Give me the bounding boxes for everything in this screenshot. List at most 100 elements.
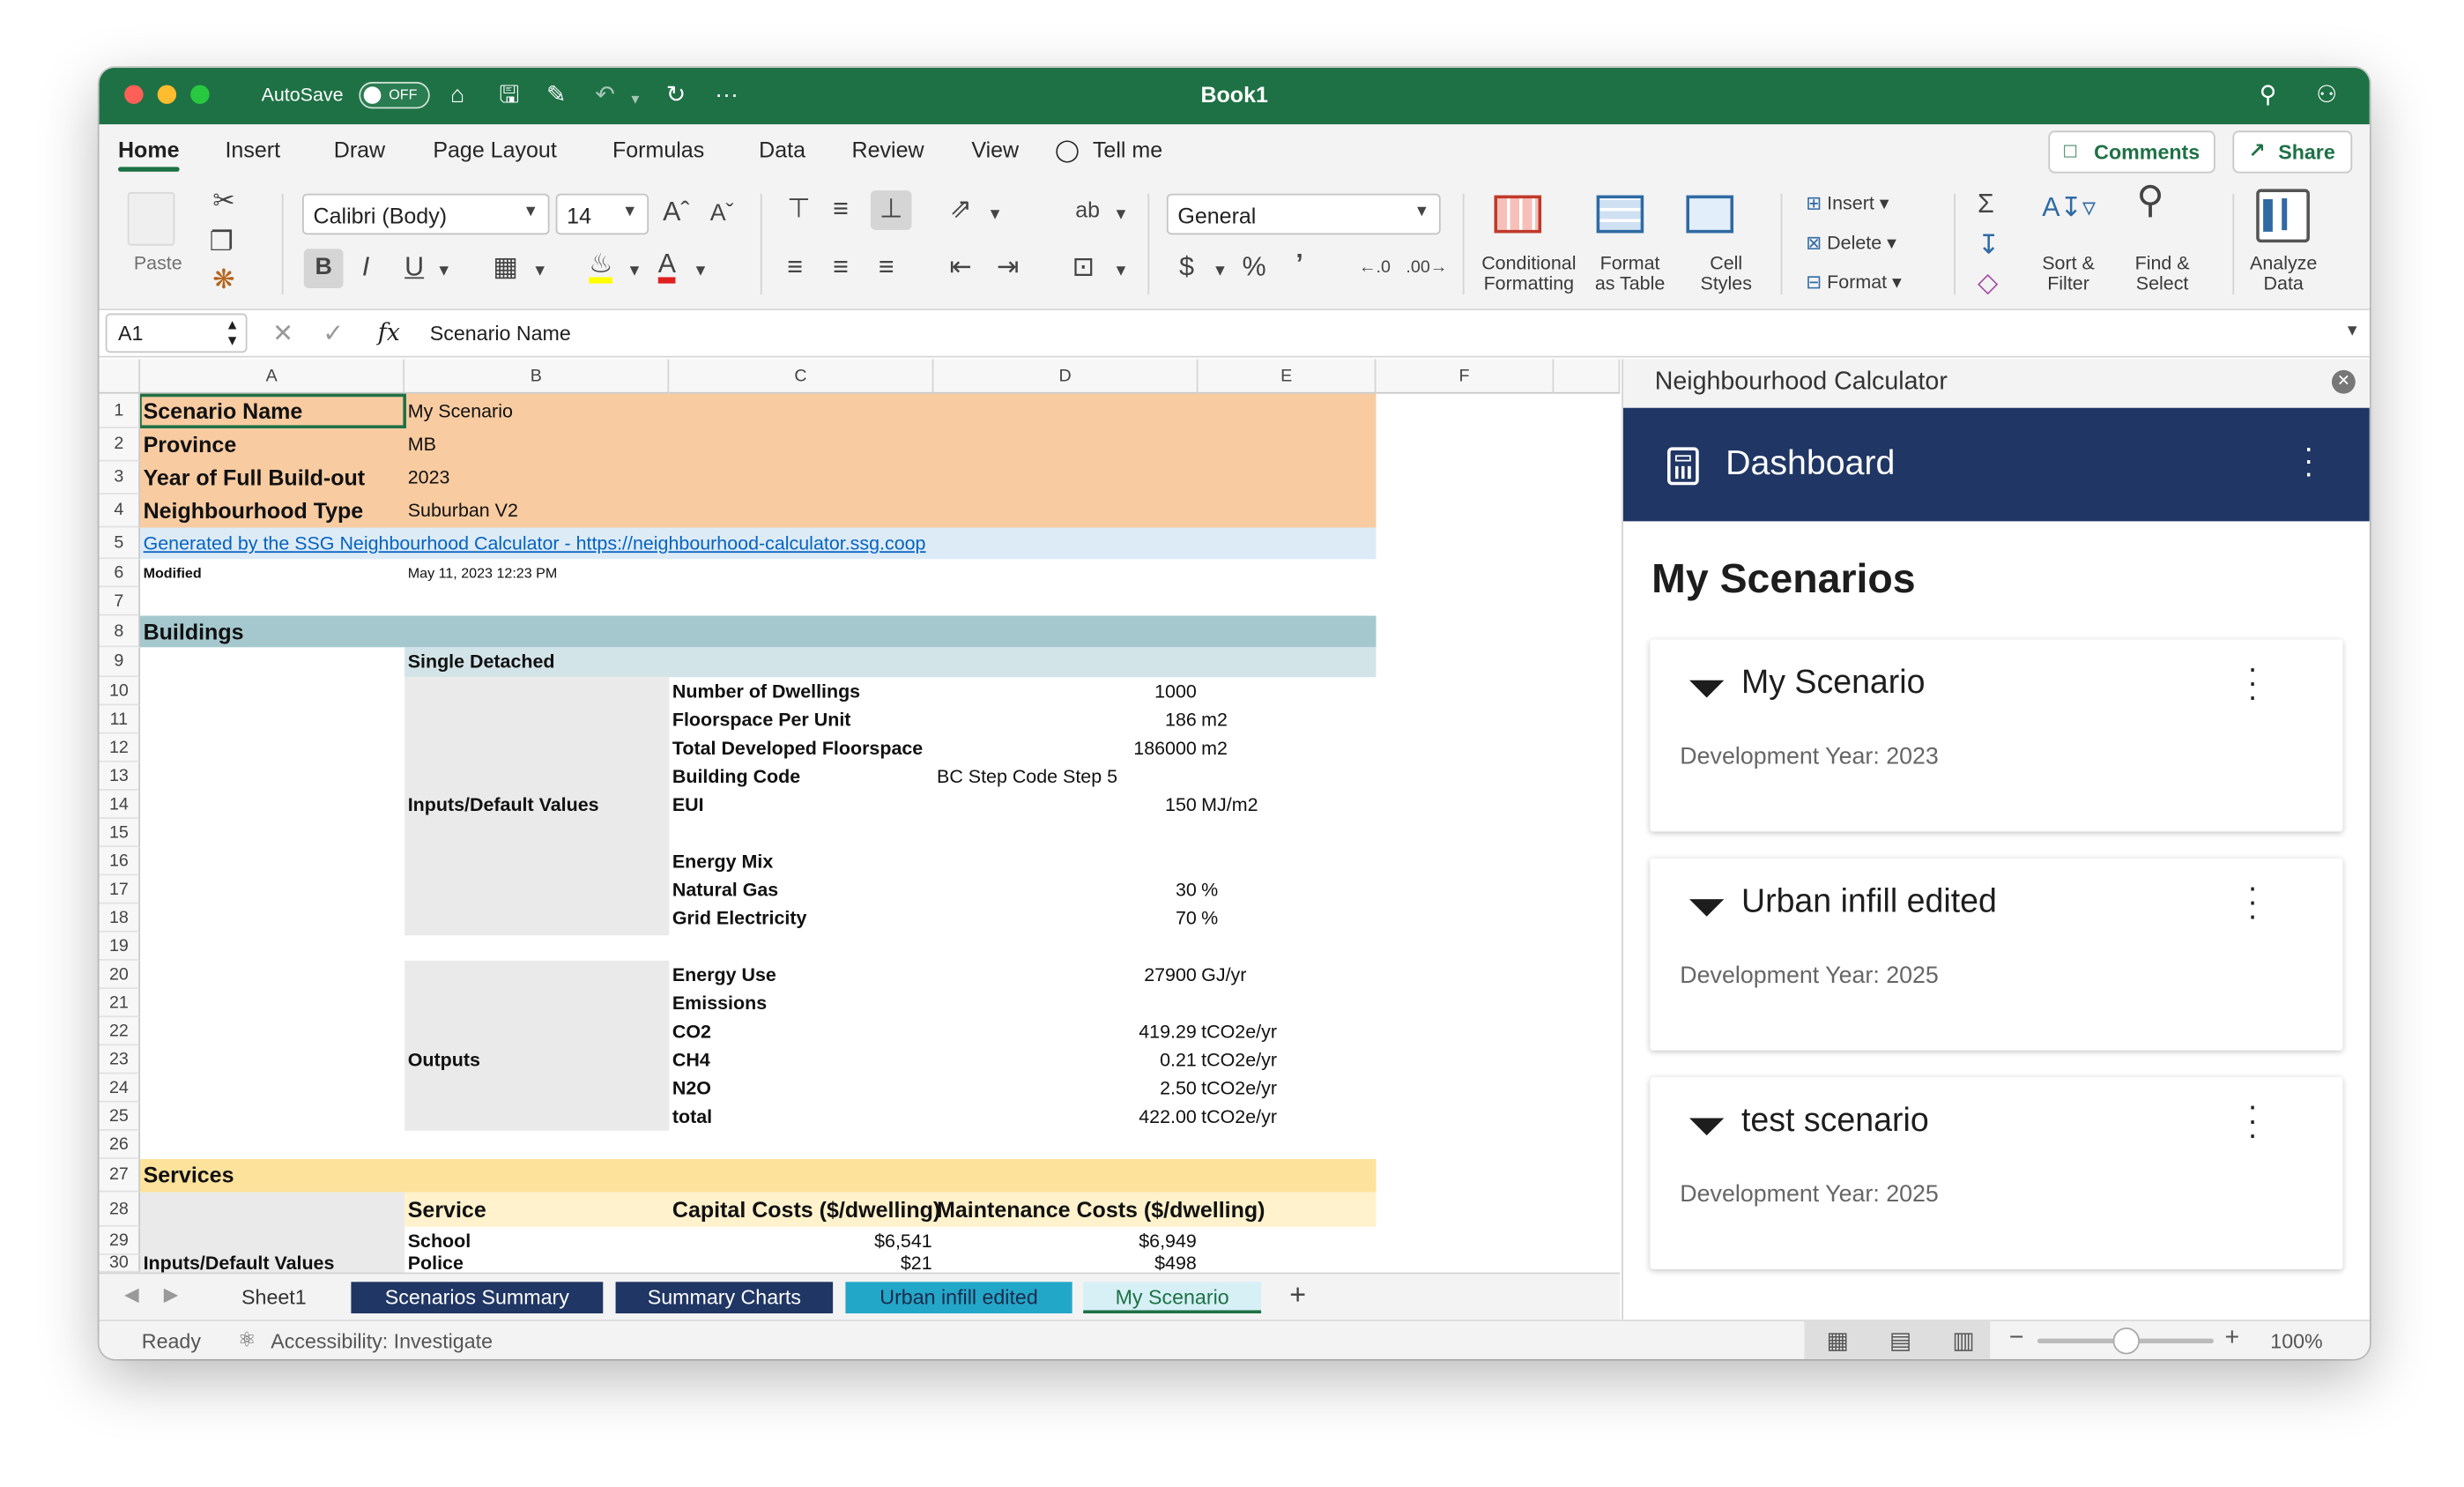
row-header-4[interactable]: 4 bbox=[99, 494, 141, 528]
tab-view[interactable]: View bbox=[971, 137, 1019, 162]
zoom-level[interactable]: 100% bbox=[2270, 1329, 2322, 1353]
column-header-c[interactable]: C bbox=[669, 359, 934, 394]
expand-formula-icon[interactable]: ▼ bbox=[2344, 323, 2360, 340]
row-header-22[interactable]: 22 bbox=[99, 1017, 141, 1046]
cut-icon[interactable]: ✂ bbox=[212, 187, 234, 216]
tab-draw[interactable]: Draw bbox=[334, 137, 385, 162]
tab-insert[interactable]: Insert bbox=[225, 137, 280, 162]
format-painter-icon[interactable]: ❋ bbox=[212, 265, 234, 294]
autosum-icon[interactable]: Σ bbox=[1978, 190, 1994, 219]
scenario-menu-icon[interactable]: · · · bbox=[2247, 1091, 2258, 1151]
conditional-formatting-icon[interactable] bbox=[1494, 195, 1542, 234]
scenario-card[interactable]: test scenario · · · Development Year: 2025 bbox=[1650, 1077, 2343, 1269]
insert-cells-button[interactable]: ⊞ Insert ▾ bbox=[1806, 193, 1889, 214]
row-header-1[interactable]: 1 bbox=[99, 393, 141, 428]
dashboard-menu-icon[interactable]: · · · bbox=[2304, 433, 2314, 489]
row-header-20[interactable]: 20 bbox=[99, 960, 141, 989]
cell-styles-button[interactable]: Cell Styles bbox=[1701, 253, 1752, 294]
clear-icon[interactable]: ◇ bbox=[1978, 269, 1998, 298]
zoom-out-icon[interactable]: − bbox=[2009, 1325, 2024, 1353]
row-header-28[interactable]: 28 bbox=[99, 1192, 141, 1227]
comments-button[interactable]: □ Comments bbox=[2048, 130, 2215, 174]
row-header-23[interactable]: 23 bbox=[99, 1045, 141, 1074]
cancel-icon[interactable]: ✕ bbox=[272, 318, 293, 350]
analyze-data-icon[interactable]: ▌▎ bbox=[2256, 189, 2310, 243]
row-header-3[interactable]: 3 bbox=[99, 461, 141, 494]
hyperlink-cell[interactable]: Generated by the SSG Neighbourhood Calcu… bbox=[144, 528, 926, 560]
accessibility-status[interactable]: Accessibility: Investigate bbox=[271, 1329, 493, 1353]
align-center-icon[interactable]: ≡ bbox=[833, 253, 849, 282]
next-sheet-icon[interactable]: ▶ bbox=[164, 1283, 178, 1305]
sheet-tab-my-scenario[interactable]: My Scenario bbox=[1083, 1282, 1262, 1314]
close-pane-icon[interactable]: ✕ bbox=[2331, 369, 2356, 394]
function-icon[interactable]: fx bbox=[378, 318, 400, 346]
font-size-dropdown[interactable]: 14 ▼ bbox=[555, 193, 649, 235]
sheet-tab-summary-charts[interactable]: Summary Charts bbox=[615, 1282, 834, 1314]
font-name-dropdown[interactable]: Calibri (Body) ▼ bbox=[302, 193, 550, 235]
sheet-tab-sheet1[interactable]: Sheet1 bbox=[212, 1282, 335, 1313]
page-layout-view-icon[interactable]: ▤ bbox=[1889, 1326, 1911, 1354]
find-icon[interactable]: ⚲ bbox=[2136, 182, 2163, 219]
tell-me-search[interactable]: Tell me bbox=[1093, 137, 1162, 162]
row-header-6[interactable]: 6 bbox=[99, 559, 141, 588]
enter-icon[interactable]: ✓ bbox=[323, 318, 344, 350]
tab-page-layout[interactable]: Page Layout bbox=[433, 137, 556, 162]
chevron-down-icon[interactable]: ▼ bbox=[436, 258, 452, 286]
paste-icon[interactable] bbox=[127, 191, 175, 246]
chevron-down-icon[interactable]: ▼ bbox=[627, 258, 642, 286]
align-middle-icon[interactable]: ≡ bbox=[833, 195, 849, 224]
name-box[interactable]: A1 ▲ ▼ bbox=[105, 313, 248, 353]
scenario-card[interactable]: Urban infill edited · · · Development Year… bbox=[1650, 858, 2343, 1051]
comma-style-icon[interactable]: ’ bbox=[1295, 249, 1303, 279]
row-header-2[interactable]: 2 bbox=[99, 428, 141, 462]
formula-input[interactable]: Scenario Name bbox=[430, 321, 571, 345]
increase-indent-icon[interactable]: ⇥ bbox=[997, 253, 1019, 282]
row-header-19[interactable]: 19 bbox=[99, 932, 141, 961]
sort-filter-button[interactable]: Sort & Filter bbox=[2042, 253, 2095, 294]
sort-filter-icon[interactable]: A↧▿ bbox=[2042, 193, 2096, 222]
add-sheet-icon[interactable]: + bbox=[1289, 1279, 1306, 1312]
font-color-icon[interactable]: A bbox=[657, 250, 677, 284]
sheet-tab-scenarios-summary[interactable]: Scenarios Summary bbox=[351, 1282, 604, 1314]
row-header-17[interactable]: 17 bbox=[99, 875, 141, 904]
decrease-indent-icon[interactable]: ⇤ bbox=[949, 253, 971, 282]
borders-icon[interactable]: ▦ bbox=[493, 253, 518, 282]
row-header-12[interactable]: 12 bbox=[99, 733, 141, 762]
tab-home[interactable]: Home bbox=[117, 137, 180, 172]
share-people-icon[interactable]: ⚇ bbox=[2316, 82, 2337, 110]
row-header-10[interactable]: 10 bbox=[99, 677, 141, 706]
chevron-down-icon[interactable]: ▼ bbox=[532, 258, 548, 286]
chevron-down-icon[interactable]: ▼ bbox=[693, 258, 709, 286]
copy-icon[interactable]: ❐ bbox=[210, 227, 234, 257]
share-button[interactable]: ↗ Share bbox=[2232, 130, 2353, 174]
row-header-27[interactable]: 27 bbox=[99, 1158, 141, 1193]
row-header-24[interactable]: 24 bbox=[99, 1074, 141, 1103]
format-as-table-button[interactable]: Format as Table bbox=[1595, 253, 1665, 294]
align-left-icon[interactable]: ≡ bbox=[787, 253, 803, 282]
fill-color-icon[interactable]: ♨ bbox=[589, 250, 613, 284]
align-top-icon[interactable]: ⊤ bbox=[787, 195, 810, 224]
italic-button[interactable]: I bbox=[362, 253, 369, 282]
sheet-tab-urban-infill-edited[interactable]: Urban infill edited bbox=[845, 1282, 1072, 1314]
decrease-decimal-icon[interactable]: .00→ bbox=[1406, 254, 1447, 282]
currency-icon[interactable]: $ bbox=[1179, 253, 1194, 282]
find-select-button[interactable]: Find & Select bbox=[2135, 253, 2190, 294]
row-header-30[interactable]: 30 bbox=[99, 1254, 141, 1273]
row-header-11[interactable]: 11 bbox=[99, 705, 141, 734]
zoom-in-icon[interactable]: + bbox=[2224, 1325, 2239, 1353]
row-header-26[interactable]: 26 bbox=[99, 1130, 141, 1159]
scenario-menu-icon[interactable]: · · · bbox=[2247, 653, 2258, 713]
orientation-icon[interactable]: ⇗ bbox=[949, 195, 971, 224]
decrease-font-icon[interactable]: Aˇ bbox=[710, 200, 734, 228]
row-header-14[interactable]: 14 bbox=[99, 790, 141, 820]
row-header-18[interactable]: 18 bbox=[99, 903, 141, 933]
wrap-text-icon[interactable]: ab bbox=[1075, 196, 1100, 224]
row-header-25[interactable]: 25 bbox=[99, 1102, 141, 1131]
page-break-view-icon[interactable]: ▥ bbox=[1952, 1326, 1974, 1354]
merge-center-icon[interactable]: ⊡ bbox=[1072, 253, 1095, 282]
row-header-13[interactable]: 13 bbox=[99, 762, 141, 791]
increase-decimal-icon[interactable]: ←.0 bbox=[1359, 254, 1391, 282]
row-header-9[interactable]: 9 bbox=[99, 647, 141, 678]
column-header-d[interactable]: D bbox=[933, 359, 1199, 394]
caret-down-icon[interactable] bbox=[1689, 680, 1725, 698]
